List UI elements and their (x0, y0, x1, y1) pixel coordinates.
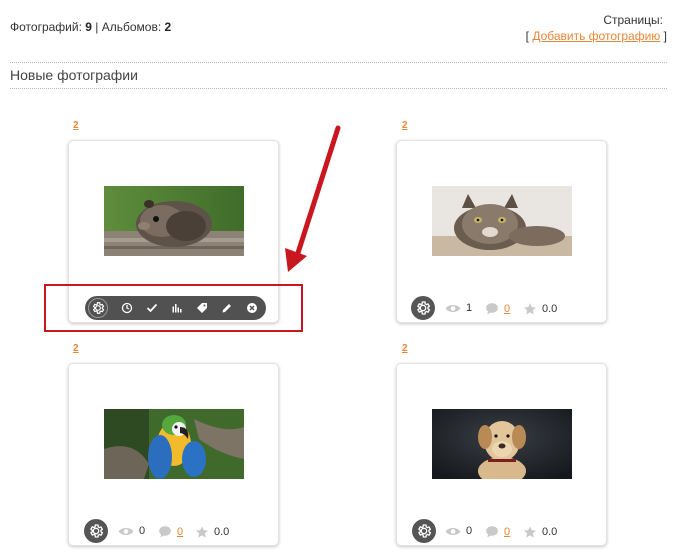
star-icon (523, 525, 537, 539)
views-stat: 0 (445, 525, 472, 537)
section-title: Новые фотографии (10, 67, 138, 83)
star-icon (523, 302, 537, 316)
bracket-open: [ (525, 29, 529, 43)
divider (10, 88, 667, 89)
eye-icon (118, 526, 134, 537)
photos-label: Фотографий: (10, 20, 82, 34)
eye-icon (445, 526, 461, 537)
album-link[interactable]: 2 (402, 343, 408, 354)
photo-card: 0 0 0.0 (68, 363, 279, 546)
rating-value: 0.0 (542, 526, 558, 538)
views-stat: 0 (118, 525, 145, 537)
rating-value: 0.0 (214, 526, 230, 538)
photo-thumbnail-parrot[interactable] (104, 409, 244, 479)
photo-thumbnail-cat[interactable] (432, 186, 572, 256)
albums-label: Альбомов: (101, 20, 162, 34)
comment-icon (485, 302, 499, 315)
photos-count: 9 (85, 20, 92, 34)
views-count: 1 (466, 302, 473, 314)
rating-value: 0.0 (542, 303, 558, 315)
star-icon (195, 525, 209, 539)
views-count: 0 (139, 525, 146, 537)
rating-stat: 0.0 (195, 525, 229, 539)
album-link[interactable]: 2 (73, 120, 79, 131)
comment-icon (158, 525, 172, 538)
comments-link[interactable]: 0 (177, 526, 183, 538)
settings-icon[interactable] (412, 519, 436, 543)
stats-separator: | (95, 20, 99, 34)
comments-stat: 0 (485, 525, 510, 538)
albums-count: 2 (164, 20, 172, 34)
photo-album-stats: Фотографий: 9 | Альбомов: 2 (10, 20, 171, 34)
photo-thumbnail-dog[interactable] (432, 409, 572, 479)
album-link[interactable]: 2 (402, 120, 408, 131)
comments-stat: 0 (158, 525, 183, 538)
photo-card: 1 0 0.0 (396, 140, 607, 323)
eye-icon (445, 303, 461, 314)
annotation-highlight-box (44, 284, 303, 332)
photo-thumbnail-guinea-pig[interactable] (104, 186, 244, 256)
photo-card: 0 0 0.0 (396, 363, 607, 546)
views-count: 0 (466, 525, 473, 537)
divider (10, 62, 667, 63)
add-photo-link[interactable]: Добавить фотографию (532, 29, 660, 43)
pages-label: Страницы: (603, 13, 663, 27)
comment-icon (485, 525, 499, 538)
add-photo-container: [ Добавить фотографию ] (526, 29, 667, 43)
comments-stat: 0 (485, 302, 510, 315)
bracket-close: ] (663, 29, 667, 43)
comments-link[interactable]: 0 (504, 526, 510, 538)
rating-stat: 0.0 (523, 302, 557, 316)
album-link[interactable]: 2 (73, 343, 79, 354)
settings-icon[interactable] (411, 296, 435, 320)
settings-icon[interactable] (84, 519, 108, 543)
rating-stat: 0.0 (523, 525, 557, 539)
comments-link[interactable]: 0 (504, 303, 510, 315)
views-stat: 1 (445, 302, 472, 314)
